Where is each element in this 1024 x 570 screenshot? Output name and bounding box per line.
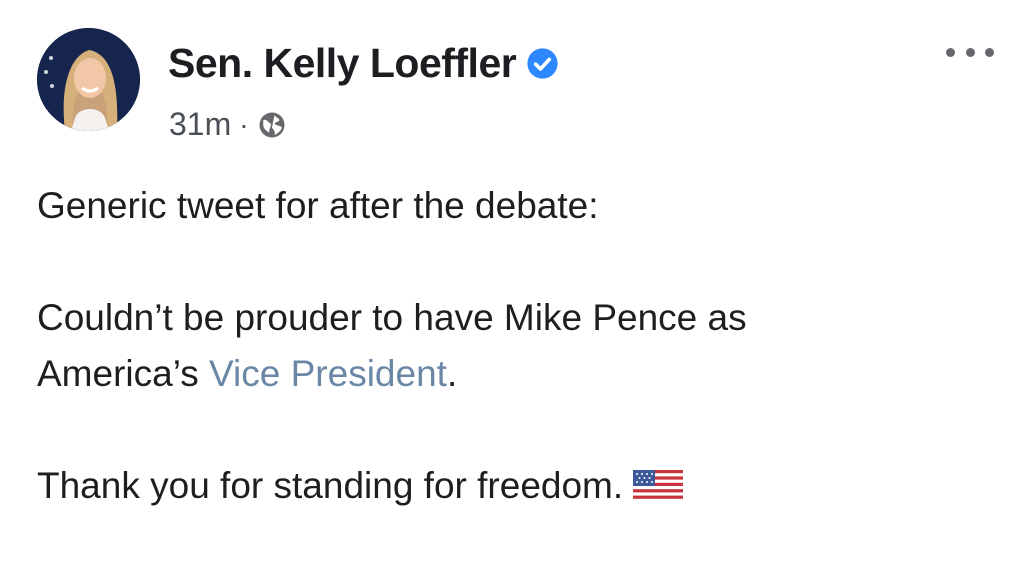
post-line-3: America’s Vice President. [37, 346, 1004, 402]
post-line-2: Couldn’t be prouder to have Mike Pence a… [37, 297, 747, 338]
post-line-3-prefix: America’s [37, 353, 210, 394]
verified-badge-icon [526, 47, 559, 80]
author-name[interactable]: Sen. Kelly Loeffler [168, 40, 517, 87]
vice-president-link[interactable]: Vice President [209, 353, 447, 394]
globe-icon [257, 110, 287, 140]
more-options-icon[interactable] [946, 42, 994, 62]
facebook-post: Sen. Kelly Loeffler 31m · Generic tweet … [0, 0, 1024, 570]
dot-icon [946, 47, 955, 57]
post-line-3-suffix: . [446, 353, 458, 394]
dot-icon [965, 47, 975, 57]
post-line-4-text: Thank you for standing for freedom. [37, 465, 624, 506]
profile-photo-icon [37, 28, 140, 131]
post-timestamp[interactable]: 31m [169, 106, 231, 143]
dot-icon [985, 47, 994, 57]
post-line-4: Thank you for standing for freedom. [37, 458, 1004, 514]
post-body: Generic tweet for after the debate: Coul… [37, 178, 1004, 514]
post-header: Sen. Kelly Loeffler [168, 40, 559, 87]
post-meta: 31m · [169, 106, 287, 143]
us-flag-icon [633, 462, 684, 502]
meta-separator: · [239, 108, 249, 140]
post-line-1: Generic tweet for after the debate: [37, 185, 599, 226]
avatar[interactable] [37, 28, 140, 131]
